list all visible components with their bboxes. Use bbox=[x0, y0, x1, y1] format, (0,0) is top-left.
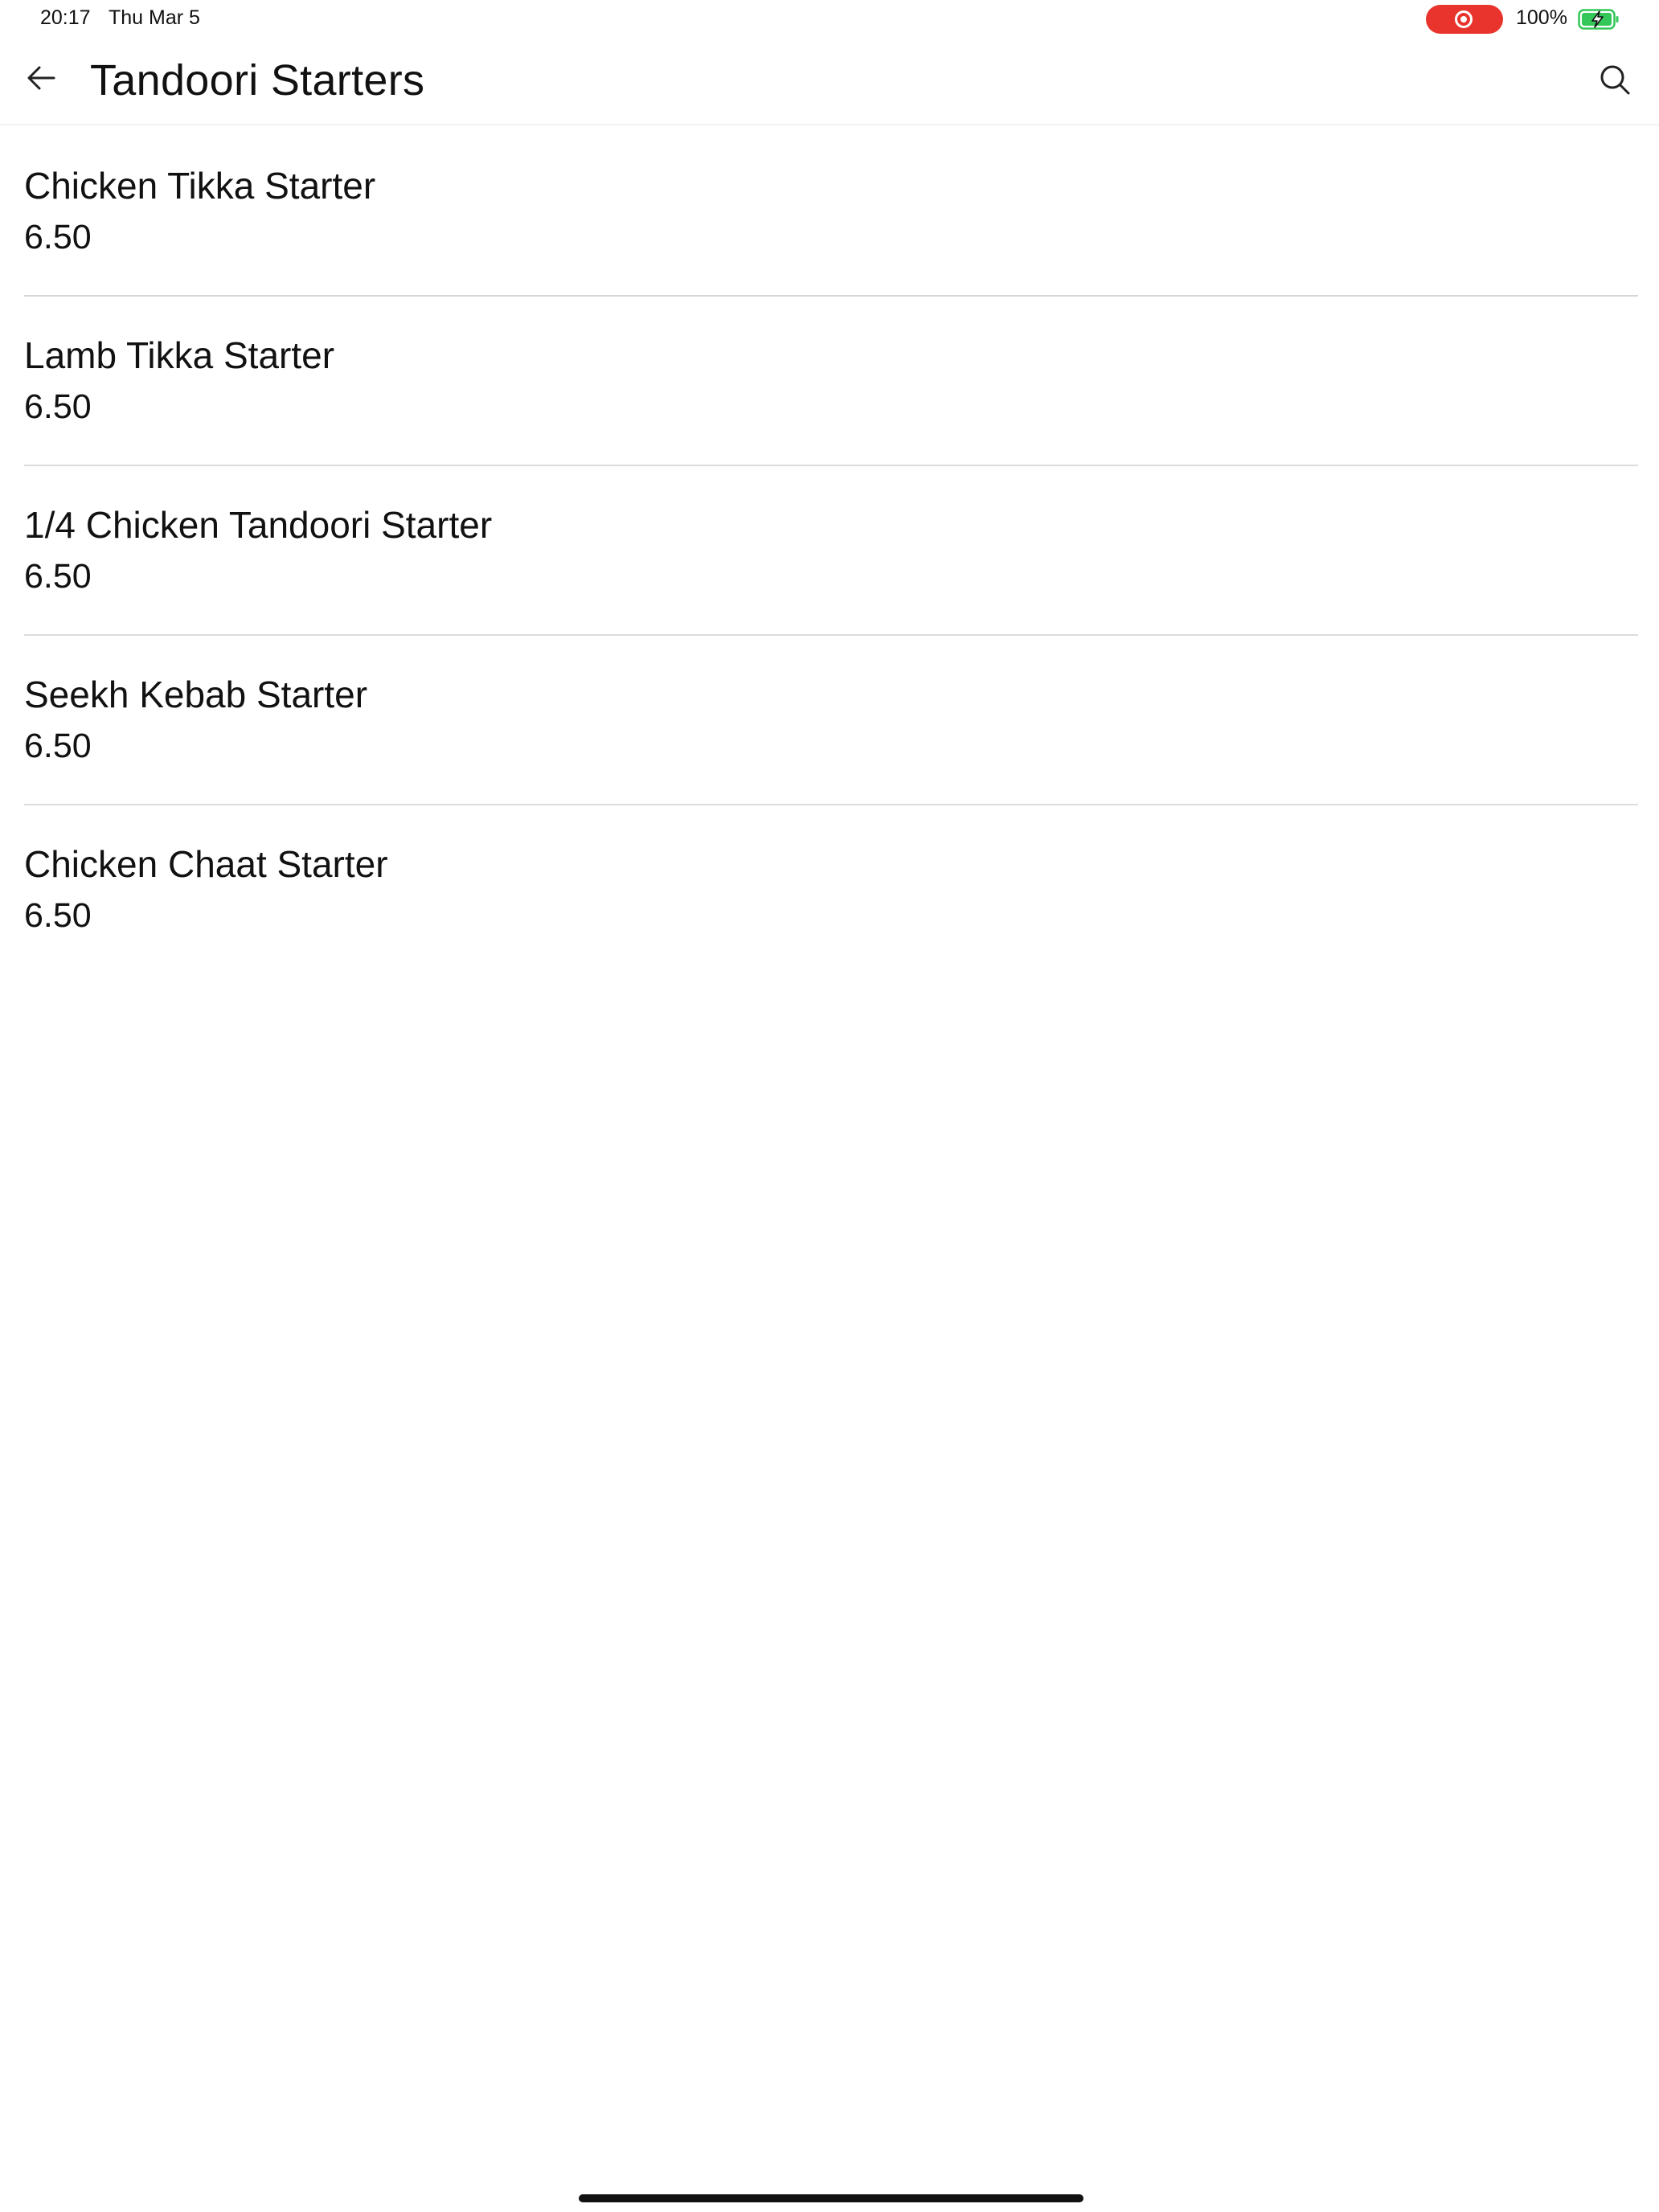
menu-item-price: 6.50 bbox=[24, 727, 92, 765]
status-bar: 20:17 Thu Mar 5 100% bbox=[0, 0, 1659, 39]
record-icon bbox=[1455, 10, 1473, 28]
home-indicator[interactable] bbox=[579, 2194, 1083, 2202]
menu-item-name: Chicken Chaat Starter bbox=[24, 843, 388, 885]
menu-item[interactable]: Seekh Kebab Starter 6.50 bbox=[24, 636, 1638, 805]
status-date: Thu Mar 5 bbox=[109, 6, 200, 29]
app-screen: 20:17 Thu Mar 5 100% Tandoori Starters C… bbox=[0, 0, 1659, 2212]
menu-item-price: 6.50 bbox=[24, 218, 92, 256]
page-title: Tandoori Starters bbox=[90, 56, 425, 104]
menu-item[interactable]: Chicken Tikka Starter 6.50 bbox=[24, 127, 1638, 297]
app-header: Tandoori Starters bbox=[0, 39, 1659, 125]
menu-item-price: 6.50 bbox=[24, 896, 92, 935]
menu-item[interactable]: Chicken Chaat Starter 6.50 bbox=[24, 805, 1638, 975]
menu-item-price: 6.50 bbox=[24, 387, 92, 426]
search-button[interactable] bbox=[1595, 59, 1635, 100]
menu-item-name: Lamb Tikka Starter bbox=[24, 334, 335, 376]
arrow-left-icon bbox=[27, 66, 55, 90]
menu-item-list: Chicken Tikka Starter 6.50 Lamb Tikka St… bbox=[24, 127, 1638, 975]
back-button[interactable] bbox=[19, 56, 63, 100]
battery-percent: 100% bbox=[1516, 6, 1567, 29]
status-time: 20:17 bbox=[40, 6, 91, 29]
menu-item-name: Seekh Kebab Starter bbox=[24, 674, 368, 715]
menu-item[interactable]: 1/4 Chicken Tandoori Starter 6.50 bbox=[24, 466, 1638, 636]
menu-item-name: 1/4 Chicken Tandoori Starter bbox=[24, 504, 493, 546]
battery-charging-icon bbox=[1578, 9, 1619, 30]
screen-recording-indicator[interactable] bbox=[1426, 5, 1503, 34]
menu-item-price: 6.50 bbox=[24, 557, 92, 596]
menu-item-name: Chicken Tikka Starter bbox=[24, 165, 376, 207]
search-icon bbox=[1600, 65, 1630, 95]
menu-item[interactable]: Lamb Tikka Starter 6.50 bbox=[24, 297, 1638, 466]
